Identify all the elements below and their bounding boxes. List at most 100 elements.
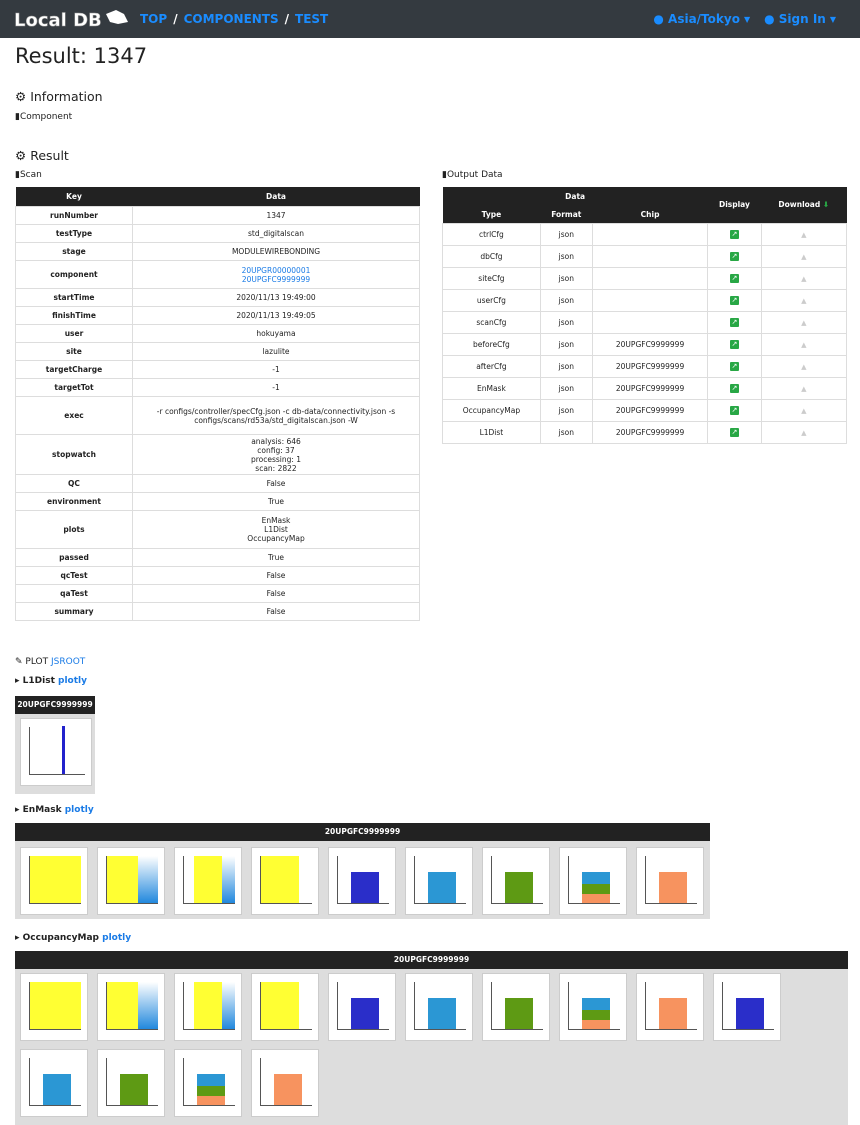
scan-key: targetCharge [15, 360, 133, 379]
display-icon[interactable]: ↗ [729, 362, 739, 371]
plot-thumbnail[interactable] [559, 973, 627, 1041]
caret-down-icon: ▼ [743, 15, 751, 24]
plot-thumbnail[interactable] [97, 1049, 165, 1117]
download-icon[interactable]: ▲ [801, 231, 806, 239]
crumb-top[interactable]: TOP [140, 12, 167, 26]
scan-value: 2020/11/13 19:49:05 [132, 306, 420, 325]
scan-row: summary False [15, 602, 420, 621]
plot-thumbnail[interactable] [174, 1049, 242, 1117]
download-icon[interactable]: ▲ [801, 385, 806, 393]
plot-thumbnail[interactable] [482, 973, 550, 1041]
scan-value: False [132, 566, 420, 585]
plot-thumbnail[interactable] [328, 847, 396, 915]
scan-value: lazulite [132, 342, 420, 361]
enmask-label: ▸ EnMask plotly [15, 805, 94, 815]
plot-thumbnail[interactable] [97, 973, 165, 1041]
signin-dropdown[interactable]: ● Sign In ▼ [764, 12, 836, 26]
download-icon[interactable]: ▲ [801, 407, 806, 415]
output-row: userCfg json ↗ ▲ [442, 288, 848, 312]
chip-header: 20UPGFC9999999 [15, 823, 710, 841]
scan-row: site lazulite [15, 342, 420, 361]
svg-text:Local DB: Local DB [14, 10, 102, 31]
display-icon[interactable]: ↗ [729, 318, 739, 327]
plot-thumbnail[interactable] [251, 847, 319, 915]
scan-value: -1 [132, 360, 420, 379]
output-row: scanCfg json ↗ ▲ [442, 310, 848, 334]
plotly-link[interactable]: plotly [58, 676, 87, 686]
plot-heading: ✎ PLOT JSROOT [15, 657, 86, 667]
plot-thumbnail[interactable] [251, 973, 319, 1041]
plot-thumbnail[interactable] [97, 847, 165, 915]
timezone-dropdown[interactable]: ● Asia/Tokyo ▼ [653, 12, 750, 26]
display-icon[interactable]: ↗ [729, 274, 739, 283]
crumb-components[interactable]: COMPONENTS [184, 12, 279, 26]
display-icon[interactable]: ↗ [729, 340, 739, 349]
scan-key: summary [15, 602, 133, 621]
plot-thumbnail[interactable] [713, 973, 781, 1041]
scan-row: plots EnMask L1Dist OccupancyMap [15, 510, 420, 549]
plot-thumbnail[interactable] [482, 847, 550, 915]
plot-thumbnail[interactable] [251, 1049, 319, 1117]
information-heading: ⚙ Information [15, 89, 103, 104]
download-icon[interactable]: ▲ [801, 275, 806, 283]
scan-key: stopwatch [15, 434, 133, 475]
download-icon[interactable]: ▲ [801, 429, 806, 437]
scan-key: QC [15, 474, 133, 493]
breadcrumb: TOP / COMPONENTS / TEST [140, 12, 329, 26]
scan-row: runNumber 1347 [15, 206, 420, 225]
scan-row: testType std_digitalscan [15, 224, 420, 243]
display-icon[interactable]: ↗ [729, 230, 739, 239]
display-icon[interactable]: ↗ [729, 296, 739, 305]
download-icon[interactable]: ▲ [801, 297, 806, 305]
output-row: dbCfg json ↗ ▲ [442, 244, 848, 268]
display-icon[interactable]: ↗ [729, 428, 739, 437]
local-db-logo[interactable]: Local DB [14, 6, 130, 32]
scan-key: finishTime [15, 306, 133, 325]
output-row: siteCfg json ↗ ▲ [442, 266, 848, 290]
output-chip: 20UPGFC9999999 [591, 332, 709, 356]
scan-key: startTime [15, 288, 133, 307]
plot-thumbnail[interactable] [174, 847, 242, 915]
plot-thumbnail[interactable] [328, 973, 396, 1041]
plot-thumbnail[interactable] [636, 847, 704, 915]
scan-key: plots [15, 510, 133, 549]
plotly-link[interactable]: plotly [102, 933, 131, 943]
output-chip: 20UPGFC9999999 [591, 354, 709, 378]
plot-thumbnail[interactable] [405, 973, 473, 1041]
download-icon[interactable]: ▲ [801, 253, 806, 261]
download-icon[interactable]: ▲ [801, 341, 806, 349]
plot-thumbnail[interactable] [559, 847, 627, 915]
scan-key: site [15, 342, 133, 361]
scan-key: environment [15, 492, 133, 511]
output-row: OccupancyMap json 20UPGFC9999999 ↗ ▲ [442, 398, 848, 422]
output-type: L1Dist [442, 420, 541, 444]
jsroot-link[interactable]: JSROOT [51, 657, 85, 667]
display-icon[interactable]: ↗ [729, 384, 739, 393]
plot-thumbnail[interactable] [20, 1049, 88, 1117]
scan-row: targetTot -1 [15, 378, 420, 397]
plotly-link[interactable]: plotly [65, 805, 94, 815]
l1dist-thumbnail[interactable] [20, 718, 92, 786]
output-chip [591, 310, 709, 334]
scan-row: user hokuyama [15, 324, 420, 343]
display-icon[interactable]: ↗ [729, 406, 739, 415]
scan-key: component [15, 260, 133, 289]
download-icon[interactable]: ▲ [801, 319, 806, 327]
crumb-test[interactable]: TEST [295, 12, 328, 26]
scan-key: testType [15, 224, 133, 243]
plot-thumbnail[interactable] [20, 973, 88, 1041]
plot-thumbnail[interactable] [405, 847, 473, 915]
plot-thumbnail[interactable] [636, 973, 704, 1041]
scan-row: component 20UPGR00000001 20UPGFC9999999 [15, 260, 420, 289]
scan-key: stage [15, 242, 133, 261]
output-row: afterCfg json 20UPGFC9999999 ↗ ▲ [442, 354, 848, 378]
component-label: ▮Component [15, 112, 73, 122]
scan-value[interactable]: 20UPGR00000001 20UPGFC9999999 [132, 260, 420, 289]
scan-value: -1 [132, 378, 420, 397]
plot-thumbnail[interactable] [174, 973, 242, 1041]
display-icon[interactable]: ↗ [729, 252, 739, 261]
plot-thumbnail[interactable] [20, 847, 88, 915]
output-row: EnMask json 20UPGFC9999999 ↗ ▲ [442, 376, 848, 400]
output-type: siteCfg [442, 266, 541, 290]
download-icon[interactable]: ▲ [801, 363, 806, 371]
